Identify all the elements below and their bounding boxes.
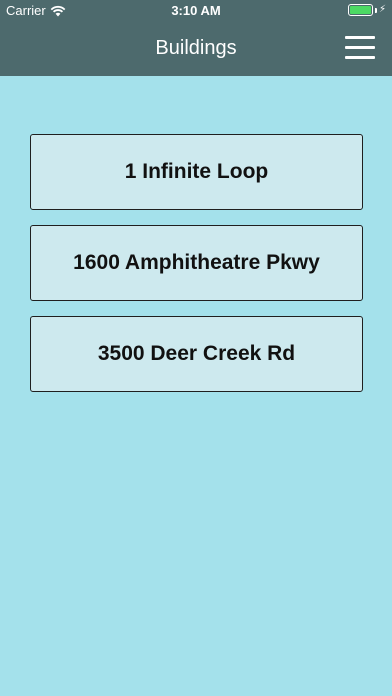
status-time: 3:10 AM <box>171 3 221 18</box>
hamburger-menu-icon <box>345 56 375 59</box>
building-button-deer-creek-rd[interactable]: 3500 Deer Creek Rd <box>30 316 363 392</box>
battery-tip <box>374 7 377 13</box>
battery-group: ⚡ <box>347 4 386 16</box>
page-title: Buildings <box>155 37 237 59</box>
hamburger-menu-icon <box>345 46 375 49</box>
building-button-infinite-loop[interactable]: 1 Infinite Loop <box>30 134 363 210</box>
hamburger-menu-button[interactable] <box>345 36 375 60</box>
building-button-amphitheatre-pkwy[interactable]: 1600 Amphitheatre Pkwy <box>30 225 363 301</box>
hamburger-menu-icon <box>345 36 375 39</box>
battery-fill <box>349 6 371 14</box>
building-list: 1 Infinite Loop 1600 Amphitheatre Pkwy 3… <box>30 134 363 407</box>
navigation-bar: Buildings <box>0 20 392 76</box>
bolt-icon: ⚡ <box>378 4 386 15</box>
status-bar: Carrier 3:10 AM ⚡ <box>0 0 392 20</box>
battery-icon <box>347 4 373 16</box>
